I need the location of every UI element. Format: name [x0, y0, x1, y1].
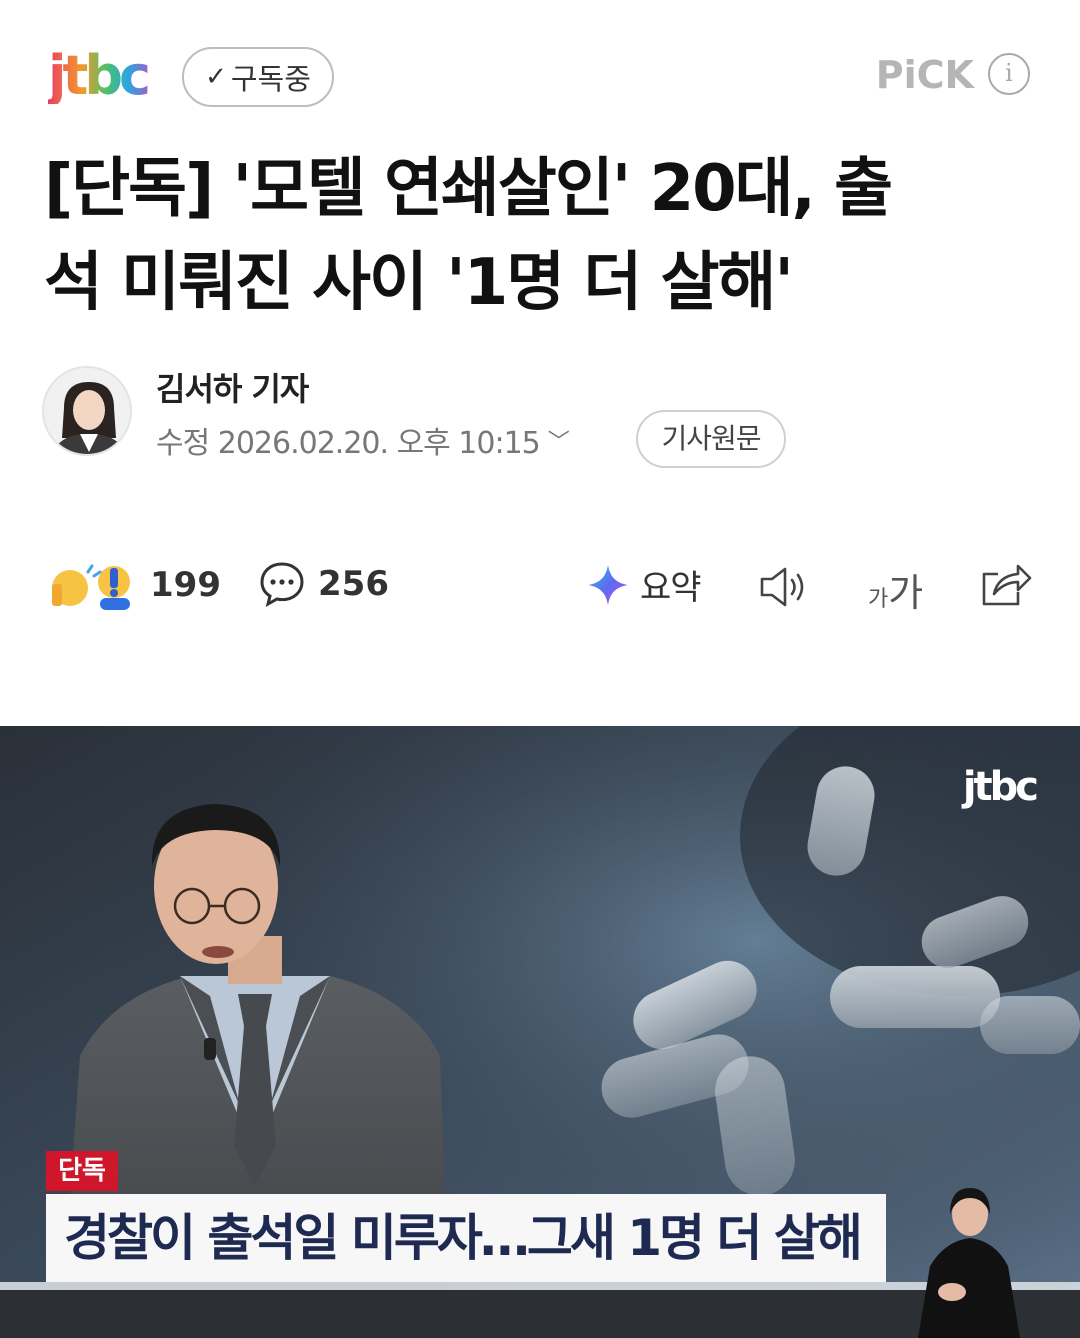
comment-icon [260, 562, 304, 607]
dateline[interactable]: 수정 2026.02.20. 오후 10:15 ﹀ [156, 418, 570, 462]
font-size-large-label: 가 [888, 571, 924, 615]
video-caption-bar: 경찰이 출석일 미루자…그새 1명 더 살해 [46, 1194, 886, 1282]
subscribe-button[interactable]: ✓ 구독중 [182, 47, 334, 107]
exclusive-badge: 단독 [46, 1151, 118, 1191]
reaction-emoji-icon [52, 564, 130, 610]
article-actions-bar: 199 256 요약 가가 [0, 548, 1080, 628]
reporter-name[interactable]: 김서하 기자 [156, 364, 309, 410]
app-header: jtbc ✓ 구독중 PiCK i [0, 0, 1080, 130]
modified-date: 수정 2026.02.20. 오후 10:15 [156, 426, 541, 461]
video-caption: 경찰이 출석일 미루자…그새 1명 더 살해 [64, 1209, 863, 1267]
ai-summary-icon [588, 564, 628, 605]
summary-button[interactable]: 요약 [586, 560, 702, 609]
title-line-2: 석 미뤄진 사이 '1명 더 살해' [44, 246, 794, 320]
summary-label: 요약 [640, 568, 702, 608]
chevron-down-icon[interactable]: ﹀ [548, 424, 570, 456]
comment-button[interactable]: 256 [258, 560, 389, 608]
article-title: [단독] '모텔 연쇄살인' 20대, 출 석 미뤄진 사이 '1명 더 살해' [44, 142, 1044, 330]
subscribe-label: 구독중 [230, 62, 311, 96]
original-article-button[interactable]: 기사원문 [636, 410, 786, 468]
comment-count: 256 [318, 564, 389, 604]
title-line-1: [단독] '모텔 연쇄살인' 20대, 출 [44, 152, 893, 226]
font-size-icon[interactable]: 가가 [868, 562, 923, 617]
speaker-icon[interactable] [758, 564, 814, 610]
reaction-count: 199 [150, 565, 221, 605]
svg-text:jtbc: jtbc [48, 44, 148, 104]
pick-label[interactable]: PiCK [876, 53, 974, 97]
info-icon[interactable]: i [988, 53, 1030, 95]
check-icon: ✓ [205, 62, 227, 92]
reaction-button[interactable]: 199 [48, 558, 221, 612]
reporter-avatar[interactable] [42, 366, 132, 456]
jtbc-watermark: jtbc [962, 764, 1039, 810]
jtbc-logo[interactable]: jtbc [48, 44, 160, 104]
share-icon[interactable] [978, 560, 1032, 610]
font-size-small-label: 가 [868, 587, 889, 612]
article-video-thumbnail[interactable]: jtbc 단독 경찰이 출석일 미루자…그새 1명 더 살해 [0, 726, 1080, 1338]
